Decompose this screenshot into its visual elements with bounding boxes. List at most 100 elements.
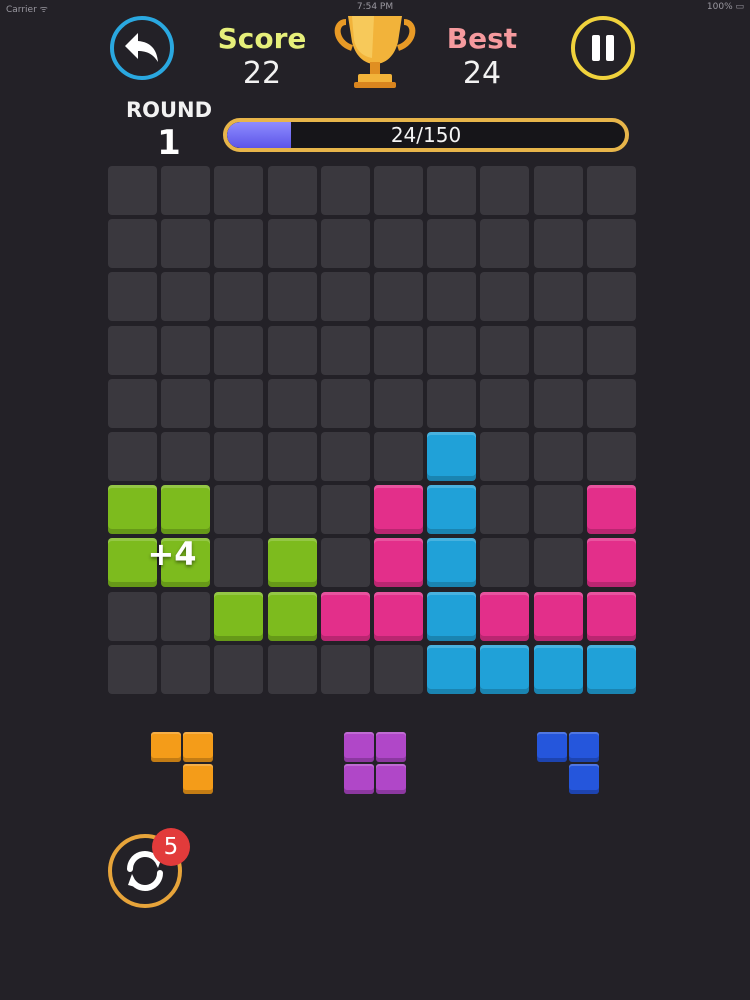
board-cell-empty[interactable] (374, 645, 423, 694)
board-cell-empty[interactable] (321, 538, 370, 587)
board-cell-empty[interactable] (108, 326, 157, 375)
piece-block[interactable] (569, 732, 599, 762)
piece-block[interactable] (344, 732, 374, 762)
piece-block[interactable] (344, 764, 374, 794)
piece-tray-slot-3[interactable] (537, 732, 601, 796)
board-cell-filled[interactable] (427, 538, 476, 587)
board-cell-empty[interactable] (374, 379, 423, 428)
board-cell-empty[interactable] (480, 538, 529, 587)
board-cell-filled[interactable] (427, 592, 476, 641)
board-cell-empty[interactable] (268, 272, 317, 321)
board-cell-empty[interactable] (108, 432, 157, 481)
board-cell-empty[interactable] (268, 645, 317, 694)
board-cell-empty[interactable] (161, 379, 210, 428)
board-cell-empty[interactable] (321, 272, 370, 321)
board-cell-empty[interactable] (480, 219, 529, 268)
piece-tray-slot-2[interactable] (344, 732, 408, 796)
board-cell-filled[interactable] (534, 592, 583, 641)
board-cell-empty[interactable] (108, 166, 157, 215)
board-cell-filled[interactable] (321, 592, 370, 641)
board-cell-filled[interactable] (427, 432, 476, 481)
piece-block[interactable] (569, 764, 599, 794)
board-cell-empty[interactable] (321, 379, 370, 428)
board-cell-empty[interactable] (480, 272, 529, 321)
board-cell-empty[interactable] (534, 272, 583, 321)
board-cell-empty[interactable] (161, 432, 210, 481)
board-cell-empty[interactable] (321, 326, 370, 375)
board-cell-empty[interactable] (214, 432, 263, 481)
board-cell-filled[interactable] (268, 592, 317, 641)
board-cell-filled[interactable] (587, 485, 636, 534)
piece-tray-slot-1[interactable] (151, 732, 215, 796)
piece-block[interactable] (376, 732, 406, 762)
board-cell-empty[interactable] (108, 645, 157, 694)
board-cell-filled[interactable] (587, 592, 636, 641)
board-cell-empty[interactable] (427, 166, 476, 215)
game-board[interactable] (108, 166, 638, 696)
board-cell-empty[interactable] (534, 166, 583, 215)
board-cell-empty[interactable] (108, 379, 157, 428)
board-cell-empty[interactable] (161, 592, 210, 641)
board-cell-empty[interactable] (427, 326, 476, 375)
piece-block[interactable] (183, 764, 213, 794)
piece-block[interactable] (376, 764, 406, 794)
piece-block[interactable] (537, 732, 567, 762)
board-cell-empty[interactable] (214, 485, 263, 534)
board-cell-empty[interactable] (108, 272, 157, 321)
board-cell-filled[interactable] (480, 592, 529, 641)
board-cell-empty[interactable] (268, 432, 317, 481)
board-cell-empty[interactable] (214, 166, 263, 215)
board-cell-empty[interactable] (374, 166, 423, 215)
board-cell-empty[interactable] (214, 379, 263, 428)
board-cell-filled[interactable] (427, 485, 476, 534)
board-cell-empty[interactable] (214, 538, 263, 587)
board-cell-empty[interactable] (321, 485, 370, 534)
board-cell-empty[interactable] (534, 379, 583, 428)
board-cell-empty[interactable] (268, 326, 317, 375)
board-cell-filled[interactable] (480, 645, 529, 694)
back-button[interactable] (110, 16, 174, 80)
board-cell-empty[interactable] (321, 166, 370, 215)
board-cell-empty[interactable] (480, 326, 529, 375)
board-cell-empty[interactable] (161, 645, 210, 694)
board-cell-empty[interactable] (587, 272, 636, 321)
piece-block[interactable] (183, 732, 213, 762)
board-cell-empty[interactable] (587, 326, 636, 375)
board-cell-empty[interactable] (587, 379, 636, 428)
board-cell-empty[interactable] (587, 166, 636, 215)
pause-button[interactable] (571, 16, 635, 80)
board-cell-empty[interactable] (321, 645, 370, 694)
board-cell-empty[interactable] (427, 272, 476, 321)
board-cell-filled[interactable] (374, 485, 423, 534)
board-cell-empty[interactable] (161, 272, 210, 321)
board-cell-empty[interactable] (534, 326, 583, 375)
board-cell-empty[interactable] (161, 166, 210, 215)
board-cell-empty[interactable] (480, 432, 529, 481)
board-cell-empty[interactable] (534, 219, 583, 268)
board-cell-empty[interactable] (587, 432, 636, 481)
board-cell-filled[interactable] (427, 645, 476, 694)
board-cell-empty[interactable] (374, 219, 423, 268)
board-cell-empty[interactable] (374, 432, 423, 481)
board-cell-empty[interactable] (214, 326, 263, 375)
board-cell-filled[interactable] (161, 485, 210, 534)
board-cell-empty[interactable] (214, 645, 263, 694)
board-cell-empty[interactable] (480, 379, 529, 428)
board-cell-empty[interactable] (427, 379, 476, 428)
board-cell-empty[interactable] (374, 326, 423, 375)
board-cell-filled[interactable] (268, 538, 317, 587)
board-cell-filled[interactable] (108, 485, 157, 534)
board-cell-empty[interactable] (108, 219, 157, 268)
board-cell-filled[interactable] (587, 538, 636, 587)
board-cell-empty[interactable] (587, 219, 636, 268)
board-cell-empty[interactable] (427, 219, 476, 268)
board-cell-empty[interactable] (534, 485, 583, 534)
board-cell-empty[interactable] (534, 432, 583, 481)
board-cell-empty[interactable] (161, 326, 210, 375)
board-cell-empty[interactable] (480, 485, 529, 534)
board-cell-empty[interactable] (268, 166, 317, 215)
board-cell-empty[interactable] (534, 538, 583, 587)
piece-block[interactable] (151, 732, 181, 762)
board-cell-empty[interactable] (480, 166, 529, 215)
board-cell-filled[interactable] (374, 592, 423, 641)
